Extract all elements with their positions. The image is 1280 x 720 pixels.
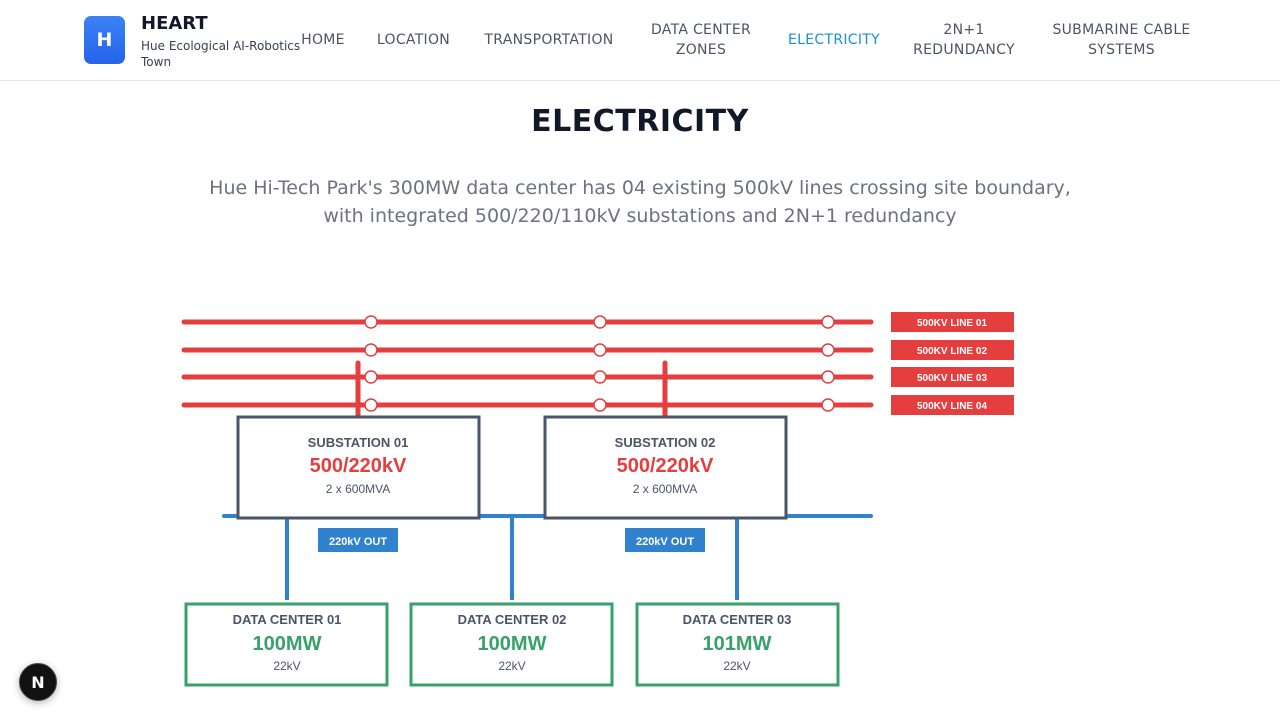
tower-node	[593, 370, 607, 384]
data-center-01-voltage: 22kV	[273, 659, 300, 673]
line-label-2: 500KV LINE 02	[917, 346, 987, 357]
data-center-03-name: DATA CENTER 03	[683, 612, 792, 627]
substation-01-name: SUBSTATION 01	[308, 435, 409, 450]
data-center-03: DATA CENTER 03 101MW 22kV	[635, 602, 840, 687]
data-center-02-voltage: 22kV	[498, 659, 525, 673]
substation-02-out-label: 220kV OUT	[636, 536, 694, 548]
tower-nodes	[364, 315, 835, 412]
substation-02-name: SUBSTATION 02	[615, 435, 716, 450]
electricity-diagram: 500KV LINE 01 500KV LINE 02 500KV LINE 0…	[181, 312, 1014, 687]
tower-node	[364, 370, 378, 384]
data-center-03-power: 101MW	[703, 633, 772, 655]
tower-node	[593, 315, 607, 329]
substation-01-out-label: 220kV OUT	[329, 536, 387, 548]
substation-02: SUBSTATION 02 500/220kV 2 x 600MVA	[543, 415, 788, 520]
line-label-4: 500KV LINE 04	[917, 401, 987, 412]
data-center-01-name: DATA CENTER 01	[233, 612, 342, 627]
tower-node	[364, 343, 378, 357]
substation-01-capacity: 2 x 600MVA	[326, 482, 390, 496]
line-label-1: 500KV LINE 01	[917, 318, 987, 329]
substation-01: SUBSTATION 01 500/220kV 2 x 600MVA	[236, 415, 481, 520]
tower-node	[821, 343, 835, 357]
line-label-3: 500KV LINE 03	[917, 373, 987, 384]
500kv-lines	[181, 319, 874, 408]
nextjs-dev-badge-icon[interactable]: N	[19, 663, 57, 701]
tower-node	[821, 398, 835, 412]
data-center-01-power: 100MW	[253, 633, 322, 655]
line-labels: 500KV LINE 01 500KV LINE 02 500KV LINE 0…	[891, 312, 1014, 415]
data-center-02-power: 100MW	[478, 633, 547, 655]
tower-node	[821, 370, 835, 384]
substation-02-capacity: 2 x 600MVA	[633, 482, 697, 496]
data-center-03-voltage: 22kV	[723, 659, 750, 673]
tower-node	[821, 315, 835, 329]
tower-node	[593, 343, 607, 357]
data-center-01: DATA CENTER 01 100MW 22kV	[184, 602, 389, 687]
tower-node	[364, 315, 378, 329]
substation-02-voltage: 500/220kV	[617, 455, 714, 477]
data-center-02: DATA CENTER 02 100MW 22kV	[409, 602, 614, 687]
substation-01-voltage: 500/220kV	[310, 455, 407, 477]
tower-node	[364, 398, 378, 412]
data-center-02-name: DATA CENTER 02	[458, 612, 567, 627]
tower-node	[593, 398, 607, 412]
